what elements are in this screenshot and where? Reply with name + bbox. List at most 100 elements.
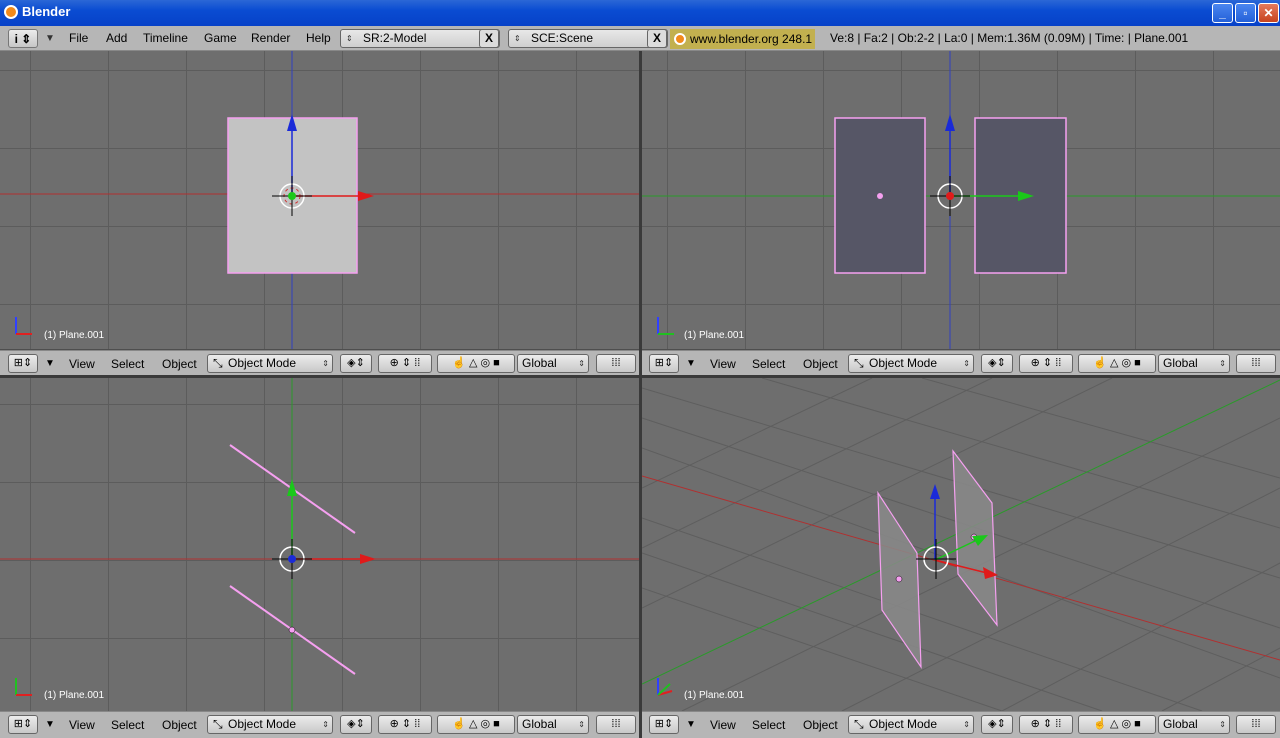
object-origin [288, 192, 296, 200]
layers-icon[interactable]: ⁞⁞⁞ [1236, 715, 1276, 734]
collapse-menu-icon[interactable]: ▼ [686, 716, 696, 734]
object-origin [288, 555, 296, 563]
orientation-selector[interactable]: Global ⇕ [517, 354, 589, 373]
menu-object[interactable]: Object [803, 716, 838, 734]
x-arrow-icon [358, 191, 374, 201]
mode-icon: ⤡ [213, 356, 223, 370]
mode-selector[interactable]: ⤡ Object Mode ⇕ [207, 354, 333, 373]
top-view-canvas [0, 378, 639, 711]
editor-type-grid-icon[interactable]: ⊞⇕ [649, 354, 679, 373]
draw-type-icon[interactable]: ◈⇕ [340, 354, 372, 373]
menu-object[interactable]: Object [162, 716, 197, 734]
blender-website-link[interactable]: www.blender.org 248.1 [670, 29, 816, 49]
minimize-button[interactable]: _ [1212, 3, 1233, 23]
viewport-header-bottom-right: ⊞⇕ ▼ View Select Object ⤡ Object Mode ⇕ ◈⇕… [642, 711, 1280, 738]
viewport-header-top-left: ⊞⇕ ▼ View Select Object ⤡ Object Mode ⇕ ◈⇕… [0, 350, 639, 375]
draw-type-icon[interactable]: ◈⇕ [340, 715, 372, 734]
maximize-button[interactable]: ▫ [1235, 3, 1256, 23]
side-view-canvas [642, 51, 1280, 349]
blender-logo-icon [674, 33, 686, 45]
viewport-bottom-left[interactable]: (1) Plane.001 [0, 378, 639, 711]
window-title: Blender [22, 4, 71, 19]
y-arrow-icon [287, 479, 297, 496]
menu-render[interactable]: Render [251, 29, 290, 48]
editor-type-grid-icon[interactable]: ⊞⇕ [8, 354, 38, 373]
perspective-view-canvas [642, 378, 1280, 711]
viewport-object-label: (1) Plane.001 [684, 330, 745, 341]
mode-selector[interactable]: ⤡ Object Mode ⇕ [207, 715, 333, 734]
layers-icon[interactable]: ⁞⁞⁞ [596, 715, 636, 734]
collapse-menu-icon[interactable]: ▼ [45, 716, 55, 734]
collapse-menu-icon[interactable]: ▼ [686, 355, 696, 373]
mode-icon: ⤡ [854, 356, 864, 370]
layers-icon[interactable]: ⁞⁞⁞ [1236, 354, 1276, 373]
mode-selector[interactable]: ⤡ Object Mode ⇕ [848, 354, 974, 373]
menu-file[interactable]: File [69, 29, 88, 48]
object-origin [946, 192, 954, 200]
mode-icon: ⤡ [213, 717, 223, 731]
viewport-bottom-right[interactable]: (1) Plane.001 [642, 378, 1280, 711]
blender-logo-icon [4, 5, 18, 19]
z-arrow-icon [945, 114, 955, 131]
pivot-manipulator-icon[interactable]: ⊕ ⇕ ⁞⁞ [378, 354, 432, 373]
editor-type-info-icon[interactable]: i ⇕ [8, 29, 38, 48]
menu-view[interactable]: View [69, 355, 95, 373]
screen-selector[interactable]: ⇕ SR:2-Model X [340, 29, 500, 48]
close-button[interactable]: ✕ [1258, 3, 1279, 23]
viewport-top-right[interactable]: (1) Plane.001 [642, 51, 1280, 349]
z-arrow-icon [930, 484, 940, 499]
menu-view[interactable]: View [710, 716, 736, 734]
transform-manipulator-toggle-icon[interactable]: ☝ △ ◎ ■ [437, 354, 515, 373]
draw-type-icon[interactable]: ◈⇕ [981, 354, 1013, 373]
updown-arrow-icon: ⇕ [346, 34, 353, 43]
viewport-object-label: (1) Plane.001 [684, 690, 745, 701]
orientation-selector[interactable]: Global ⇕ [1158, 354, 1230, 373]
scene-selector[interactable]: ⇕ SCE:Scene X [508, 29, 668, 48]
menu-game[interactable]: Game [204, 29, 237, 48]
orientation-selector[interactable]: Global ⇕ [1158, 715, 1230, 734]
menu-select[interactable]: Select [111, 716, 144, 734]
pivot-manipulator-icon[interactable]: ⊕ ⇕ ⁞⁞ [1019, 354, 1073, 373]
menu-object[interactable]: Object [162, 355, 197, 373]
screen-name: SR:2-Model [363, 31, 427, 45]
menu-select[interactable]: Select [752, 355, 785, 373]
menu-view[interactable]: View [710, 355, 736, 373]
front-view-canvas [0, 51, 639, 349]
transform-manipulator-toggle-icon[interactable]: ☝ △ ◎ ■ [437, 715, 515, 734]
editor-type-grid-icon[interactable]: ⊞⇕ [8, 715, 38, 734]
draw-type-icon[interactable]: ◈⇕ [981, 715, 1013, 734]
axis-gizmo-icon [15, 317, 32, 335]
viewport-divider-vertical[interactable] [639, 51, 642, 738]
collapse-menu-icon[interactable]: ▼ [45, 355, 55, 373]
collapse-menu-icon[interactable]: ▼ [45, 29, 55, 48]
transform-manipulator-toggle-icon[interactable]: ☝ △ ◎ ■ [1078, 354, 1156, 373]
menu-timeline[interactable]: Timeline [143, 29, 188, 48]
pivot-manipulator-icon[interactable]: ⊕ ⇕ ⁞⁞ [378, 715, 432, 734]
viewport-object-label: (1) Plane.001 [44, 330, 105, 341]
delete-scene-button[interactable]: X [647, 29, 667, 48]
viewport-header-bottom-left: ⊞⇕ ▼ View Select Object ⤡ Object Mode ⇕ ◈⇕… [0, 711, 639, 738]
menu-help[interactable]: Help [306, 29, 331, 48]
mode-icon: ⤡ [854, 717, 864, 731]
editor-type-grid-icon[interactable]: ⊞⇕ [649, 715, 679, 734]
menu-add[interactable]: Add [106, 29, 127, 48]
orientation-selector[interactable]: Global ⇕ [517, 715, 589, 734]
viewport-object-label: (1) Plane.001 [44, 690, 105, 701]
blender-window: Blender _ ▫ ✕ i ⇕ ▼ File Add Timeline Ga… [0, 0, 1280, 738]
transform-manipulator-toggle-icon[interactable]: ☝ △ ◎ ■ [1078, 715, 1156, 734]
menu-select[interactable]: Select [752, 716, 785, 734]
menu-view[interactable]: View [69, 716, 95, 734]
mode-selector[interactable]: ⤡ Object Mode ⇕ [848, 715, 974, 734]
delete-screen-button[interactable]: X [479, 29, 499, 48]
layers-icon[interactable]: ⁞⁞⁞ [596, 354, 636, 373]
viewport-top-left[interactable]: (1) Plane.001 [0, 51, 639, 349]
menu-select[interactable]: Select [111, 355, 144, 373]
scene-name: SCE:Scene [531, 31, 594, 45]
viewport-divider-horizontal[interactable] [0, 375, 1280, 378]
title-bar: Blender _ ▫ ✕ [0, 0, 1280, 26]
axis-gizmo-icon [15, 678, 32, 696]
menu-object[interactable]: Object [803, 355, 838, 373]
pivot-manipulator-icon[interactable]: ⊕ ⇕ ⁞⁞ [1019, 715, 1073, 734]
axis-gizmo-icon [657, 317, 674, 335]
scene-stats: Ve:8 | Fa:2 | Ob:2-2 | La:0 | Mem:1.36M … [830, 31, 1189, 45]
